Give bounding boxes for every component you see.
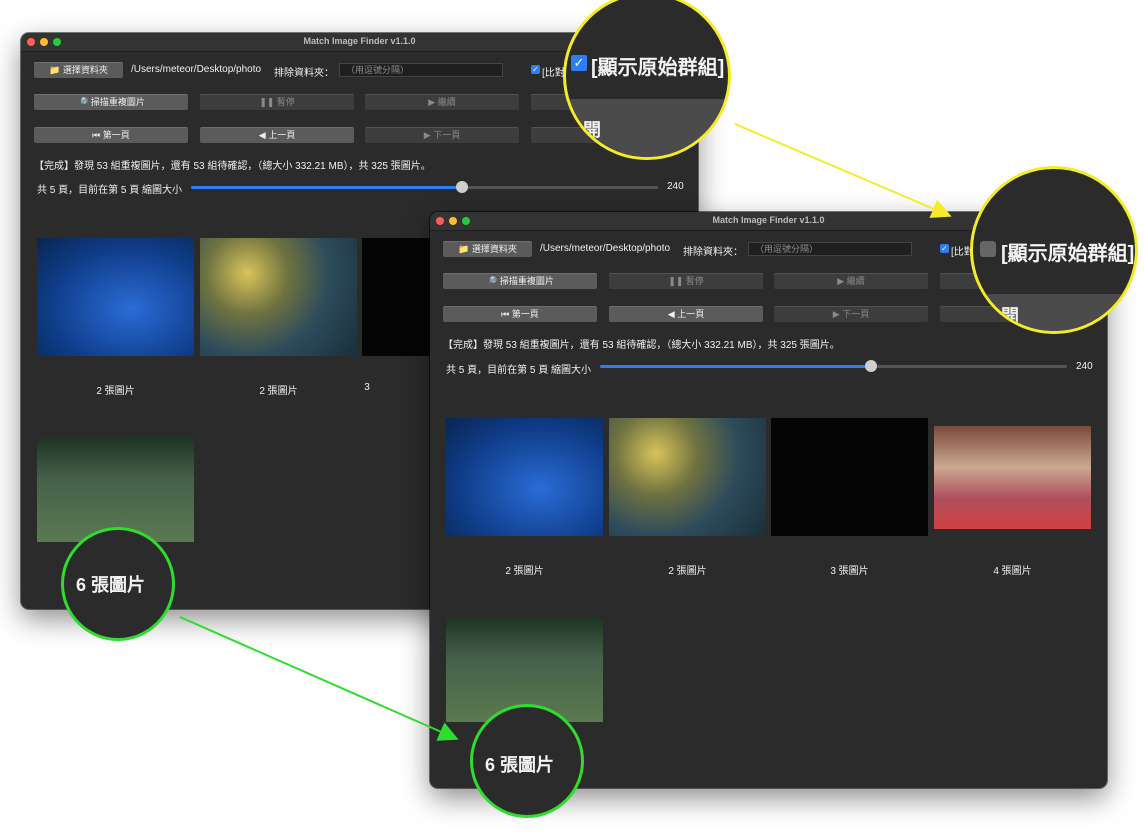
exclude-input[interactable]: （用逗號分隔） <box>339 63 503 77</box>
prev-icon: ◀ <box>258 130 266 140</box>
first-page-button[interactable]: ⏮ 第一頁 <box>443 306 597 322</box>
slider-fill <box>191 186 462 189</box>
zoom-callout-unchecked: [顯示原始群組] 開 <box>970 166 1138 334</box>
exclude-label: 排除資料夾： <box>274 68 334 79</box>
show-original-groups-checkbox[interactable]: ✓ <box>571 55 587 71</box>
magnifier-icon: 🔎 <box>486 276 498 286</box>
status-text: 【完成】發現 53 組重複圖片，還有 53 組待確認，（總大小 332.21 M… <box>443 340 840 351</box>
magnifier-icon: 🔎 <box>77 97 89 107</box>
status-text: 【完成】發現 53 組重複圖片，還有 53 組待確認，（總大小 332.21 M… <box>34 161 431 172</box>
group-caption: 3 張圖片 <box>830 566 869 577</box>
group-thumbnail[interactable] <box>446 418 603 536</box>
first-page-icon: ⏮ <box>501 309 510 319</box>
prev-icon: ◀ <box>667 309 675 319</box>
group-thumbnail[interactable] <box>771 418 928 536</box>
first-page-icon: ⏮ <box>92 130 101 140</box>
first-page-button[interactable]: ⏮ 第一頁 <box>34 127 188 143</box>
group-thumbnail[interactable] <box>609 418 766 536</box>
thumb-size-slider[interactable] <box>600 360 1067 372</box>
green-arrow <box>179 616 459 741</box>
prev-page-button[interactable]: ◀ 上一頁 <box>609 306 763 322</box>
zoom-button-label: 開 <box>583 120 601 140</box>
exclude-label: 排除資料夾： <box>683 247 743 258</box>
thumb-size-value: 240 <box>1076 361 1093 372</box>
zoom-caption: 6 張圖片 <box>485 755 555 775</box>
play-icon: ▶ <box>837 276 845 286</box>
group-caption: 2 張圖片 <box>96 386 135 397</box>
folder-path: /Users/meteor/Desktop/photo <box>540 243 671 254</box>
play-icon: ▶ <box>428 97 436 107</box>
pause-button[interactable]: ❚❚ 暫停 <box>609 273 763 289</box>
exclude-input[interactable]: （用逗號分隔） <box>748 242 912 256</box>
show-original-groups-label: [顯示原始群組] <box>1001 243 1135 265</box>
group-caption: 3 <box>364 382 370 393</box>
pause-icon: ❚❚ <box>668 276 684 286</box>
slider-knob[interactable] <box>864 360 877 372</box>
next-page-button[interactable]: ▶ 下一頁 <box>365 127 519 143</box>
show-original-groups-label: [顯示原始群組] <box>591 57 725 79</box>
zoom-callout-front-caption: 6 張圖片 <box>470 704 584 818</box>
zoom-callout-checked: ✓ [顯示原始群組] 開 <box>563 0 731 160</box>
folder-icon: 📁 <box>49 65 61 75</box>
next-icon: ▶ <box>832 309 840 319</box>
page-info: 共 5 頁，目前在第 5 頁 縮圖大小 <box>37 185 183 196</box>
zoom-button-label: 開 <box>1001 306 1019 326</box>
zoom-caption: 6 張圖片 <box>76 575 146 595</box>
scan-button[interactable]: 🔎 掃描重複圖片 <box>34 94 188 110</box>
yellow-arrow <box>734 123 952 218</box>
slider-fill <box>600 365 871 368</box>
page-info: 共 5 頁，目前在第 5 頁 縮圖大小 <box>446 365 592 376</box>
scan-button[interactable]: 🔎 掃描重複圖片 <box>443 273 597 289</box>
group-thumbnail[interactable] <box>934 426 1091 529</box>
choose-folder-button[interactable]: 📁 選擇資料夾 <box>34 62 123 78</box>
next-page-button[interactable]: ▶ 下一頁 <box>774 306 928 322</box>
group-caption: 2 張圖片 <box>668 566 707 577</box>
pause-button[interactable]: ❚❚ 暫停 <box>200 94 354 110</box>
next-icon: ▶ <box>423 130 431 140</box>
prev-page-button[interactable]: ◀ 上一頁 <box>200 127 354 143</box>
compare-checkbox[interactable]: ✓ <box>531 65 540 74</box>
slider-knob[interactable] <box>455 181 468 193</box>
zoom-callout-back-caption: 6 張圖片 <box>61 527 175 641</box>
group-caption: 4 張圖片 <box>993 566 1032 577</box>
compare-checkbox-label: [比對 <box>542 68 565 79</box>
group-caption: 2 張圖片 <box>505 566 544 577</box>
compare-checkbox[interactable]: ✓ <box>940 244 949 253</box>
group-thumbnail[interactable] <box>37 238 194 356</box>
folder-icon: 📁 <box>458 244 470 254</box>
group-thumbnail[interactable] <box>200 238 357 356</box>
group-caption: 2 張圖片 <box>259 386 298 397</box>
resume-button[interactable]: ▶ 繼續 <box>365 94 519 110</box>
thumb-size-value: 240 <box>667 181 684 192</box>
resume-button[interactable]: ▶ 繼續 <box>774 273 928 289</box>
zoom-background-bar <box>973 294 1135 331</box>
pause-icon: ❚❚ <box>259 97 275 107</box>
choose-folder-button[interactable]: 📁 選擇資料夾 <box>443 241 532 257</box>
thumb-size-slider[interactable] <box>191 181 658 193</box>
show-original-groups-checkbox[interactable] <box>980 241 996 257</box>
folder-path: /Users/meteor/Desktop/photo <box>131 64 262 75</box>
